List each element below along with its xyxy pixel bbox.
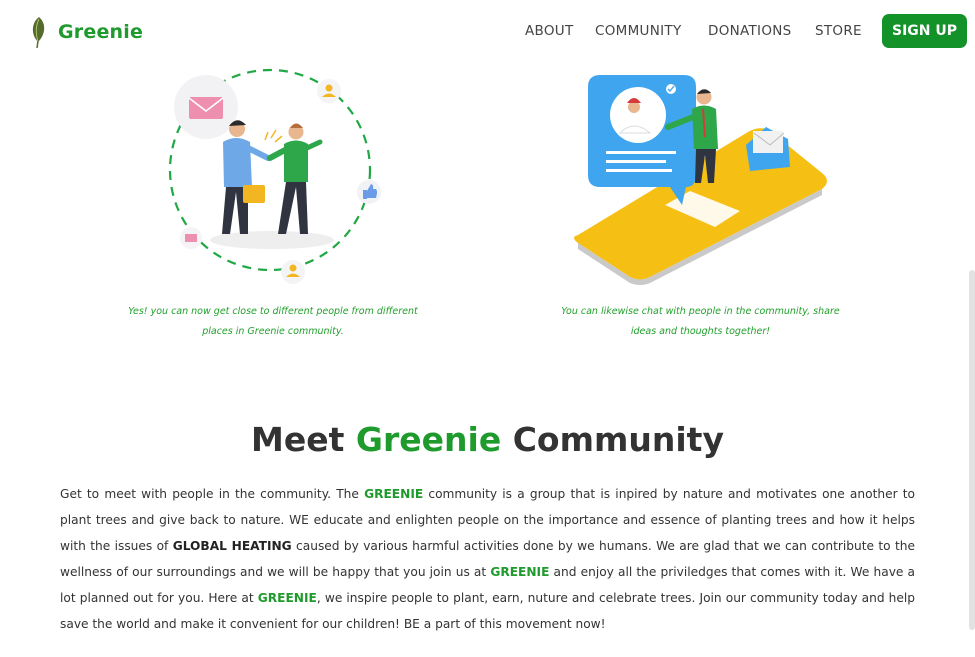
feature-caption-2: You can likewise chat with people in the… [561,306,840,337]
title-part-1: Meet [251,420,345,459]
paragraph-text: Get to meet with people in the community… [60,487,365,501]
community-description: Get to meet with people in the community… [60,481,915,637]
page-scrollbar[interactable] [969,270,975,630]
greenie-highlight: GREENIE [364,487,424,501]
nav-link-store[interactable]: STORE [815,23,862,39]
nav-link-donations[interactable]: DONATIONS [708,23,792,39]
nav-links: ABOUT COMMUNITY DONATIONS STORE [0,23,975,43]
greenie-highlight: GREENIE [257,591,317,605]
handshake-illustration [168,68,381,284]
feature-caption-1: Yes! you can now get close to different … [128,306,418,337]
title-highlight: Greenie [355,420,502,459]
global-heating-highlight: GLOBAL HEATING [172,539,292,553]
signup-button[interactable]: SIGN UP [882,14,967,48]
nav-link-about[interactable]: ABOUT [525,23,574,39]
greenie-highlight: GREENIE [490,565,550,579]
section-title: Meet Greenie Community [0,420,975,459]
title-part-2: Community [512,420,724,459]
nav-link-community[interactable]: COMMUNITY [595,23,682,39]
navbar: Greenie ABOUT COMMUNITY DONATIONS STORE … [0,0,975,64]
phone-chat-illustration [574,75,827,285]
